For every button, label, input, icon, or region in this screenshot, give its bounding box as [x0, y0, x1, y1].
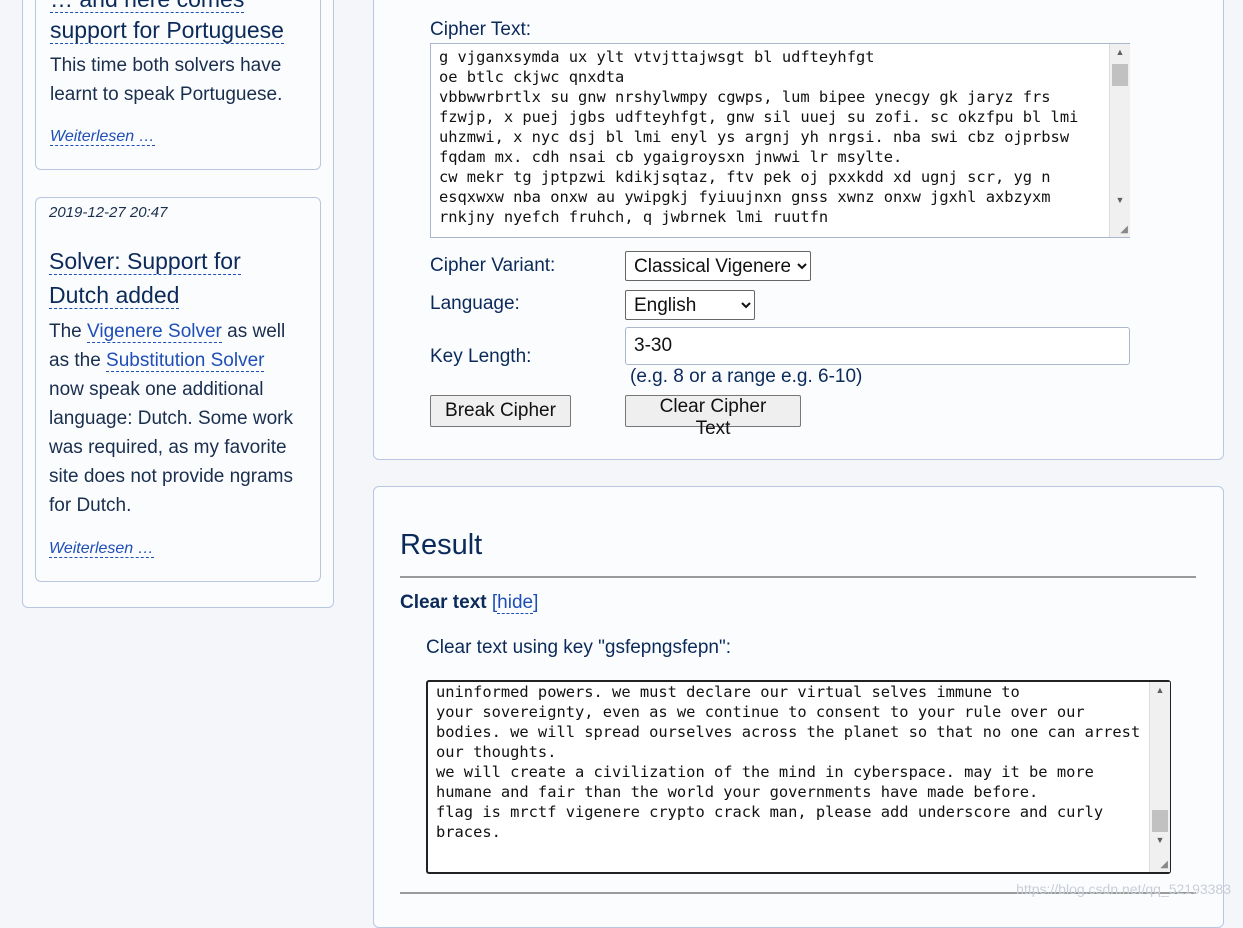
resize-grip-icon[interactable]: ◢ [1120, 224, 1128, 235]
key-length-hint: (e.g. 8 or a range e.g. 6-10) [630, 366, 863, 387]
scroll-up-arrow-icon[interactable]: ▲ [1110, 46, 1130, 58]
language-label: Language: [430, 293, 520, 314]
cipher-variant-label: Cipher Variant: [430, 255, 556, 276]
key-length-label: Key Length: [430, 346, 532, 367]
news-title-continued[interactable]: Dutch added [49, 278, 241, 312]
news-body-line: This time both solvers have [50, 55, 282, 76]
news-item-dutch: 2019-12-27 20:47 Solver: Support for Dut… [35, 197, 321, 582]
cipher-text-label: Cipher Text: [430, 19, 532, 40]
news-body-line: language: Dutch. Some work [49, 408, 293, 429]
scroll-down-arrow-icon[interactable]: ▼ [1110, 194, 1130, 206]
result-title: Result [400, 529, 483, 561]
scroll-up-arrow-icon[interactable]: ▲ [1150, 684, 1170, 696]
news-item-portuguese: … and here comes support for Portuguese … [35, 0, 321, 170]
news-body-line: learnt to speak Portuguese. [50, 84, 283, 105]
scrollbar-thumb[interactable] [1112, 64, 1128, 86]
substitution-solver-link[interactable]: Substitution Solver [106, 350, 265, 372]
hide-toggle[interactable]: hide [497, 592, 534, 614]
cipher-variant-select[interactable]: Classical Vigenere [625, 251, 811, 281]
news-title-continued[interactable]: support for Portuguese [50, 13, 284, 47]
clear-text-key-line: Clear text using key "gsfepngsfepn": [426, 637, 731, 658]
news-title[interactable]: Solver: Support for [49, 244, 241, 278]
news-body-text: The [49, 321, 82, 342]
clear-text-scrollbar[interactable]: ▲ ▼ ◢ [1149, 682, 1170, 872]
news-body-text: as the [49, 350, 101, 371]
result-panel: Result Clear text [hide] Clear text usin… [373, 486, 1224, 928]
scrollbar-thumb[interactable] [1152, 810, 1168, 832]
cipher-text-scrollbar[interactable]: ▲ ▼ ◢ [1109, 44, 1130, 237]
news-body-line: was required, as my favorite [49, 437, 287, 458]
divider [400, 576, 1196, 578]
clear-cipher-text-button[interactable]: Clear Cipher Text [625, 395, 801, 439]
resize-grip-icon[interactable]: ◢ [1160, 859, 1168, 870]
cipher-form-panel: Cipher Text: g vjganxsymda ux ylt vtvjtt… [373, 0, 1224, 460]
news-sidebar: … and here comes support for Portuguese … [22, 0, 334, 608]
watermark: https://blog.csdn.net/qq_52193383 [1016, 881, 1231, 897]
news-body-line: site does not provide ngrams [49, 466, 293, 487]
news-date: 2019-12-27 20:47 [49, 204, 168, 221]
language-select[interactable]: English [625, 290, 755, 320]
news-body-text: as well [227, 321, 286, 342]
cipher-text-area[interactable]: g vjganxsymda ux ylt vtvjttajwsgt bl udf… [430, 43, 1130, 238]
vigenere-solver-link[interactable]: Vigenere Solver [87, 321, 222, 343]
scroll-down-arrow-icon[interactable]: ▼ [1150, 834, 1170, 846]
clear-text-heading: Clear text [hide] [400, 592, 539, 614]
clear-text-area[interactable]: uninformed powers. we must declare our v… [426, 680, 1171, 874]
news-body-line: for Dutch. [49, 495, 132, 516]
read-more-link[interactable]: Weiterlesen … [50, 128, 155, 146]
key-length-input[interactable]: 3-30 [625, 327, 1130, 365]
break-cipher-button[interactable]: Break Cipher [430, 395, 571, 427]
news-body-line: now speak one additional [49, 379, 264, 400]
read-more-link[interactable]: Weiterlesen … [49, 540, 154, 558]
